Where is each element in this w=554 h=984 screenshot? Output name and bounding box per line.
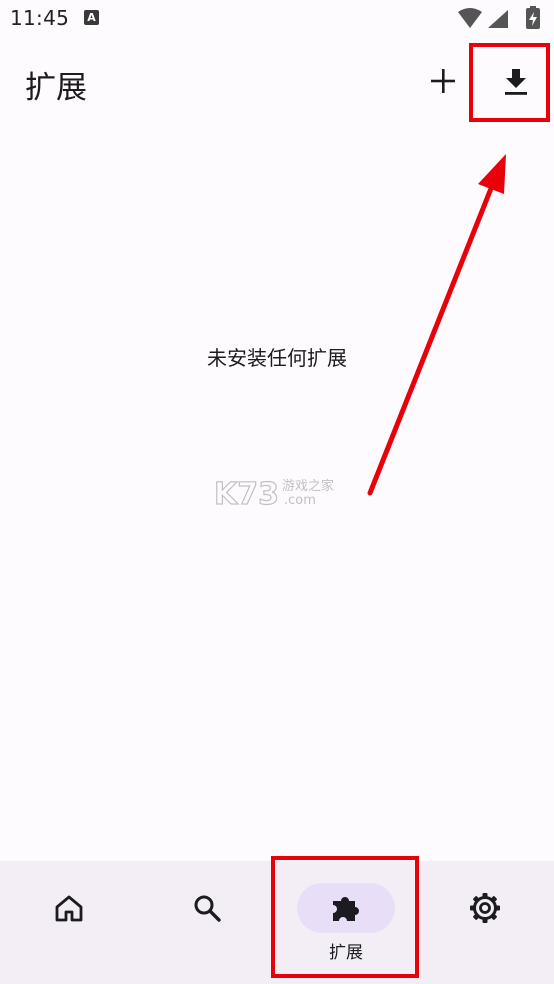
- nav-item-home[interactable]: [0, 861, 138, 984]
- nav-item-search[interactable]: [138, 861, 276, 984]
- status-bar: 11:45 A: [0, 0, 554, 38]
- nav-item-settings[interactable]: [415, 861, 554, 984]
- signal-icon: [488, 10, 508, 28]
- screen: 11:45 A 扩展 未安装任何扩展 K73 游戏之家 .com 扩展: [0, 0, 554, 984]
- annotation-highlight-download: [469, 43, 550, 122]
- search-icon: [194, 895, 221, 922]
- a-notification-icon: A: [84, 10, 99, 25]
- battery-charging-icon: [526, 6, 540, 29]
- watermark-line2: .com: [284, 493, 316, 508]
- add-icon: [431, 69, 455, 93]
- watermark-logo: K73 游戏之家 .com: [214, 476, 334, 510]
- annotation-highlight-extensions: [271, 856, 419, 978]
- add-button[interactable]: [420, 58, 466, 104]
- home-icon: [55, 895, 83, 922]
- status-icons: [458, 6, 540, 29]
- nav-indicator: [158, 883, 256, 933]
- watermark-logo-text: K73: [214, 477, 279, 510]
- empty-state-message: 未安装任何扩展: [207, 346, 347, 370]
- wifi-icon: [458, 8, 482, 28]
- nav-indicator: [20, 883, 118, 933]
- watermark-line1: 游戏之家: [282, 478, 334, 494]
- gear-icon: [469, 893, 500, 923]
- nav-indicator: [436, 883, 534, 933]
- status-time: 11:45: [10, 6, 70, 30]
- page-title: 扩展: [25, 70, 87, 106]
